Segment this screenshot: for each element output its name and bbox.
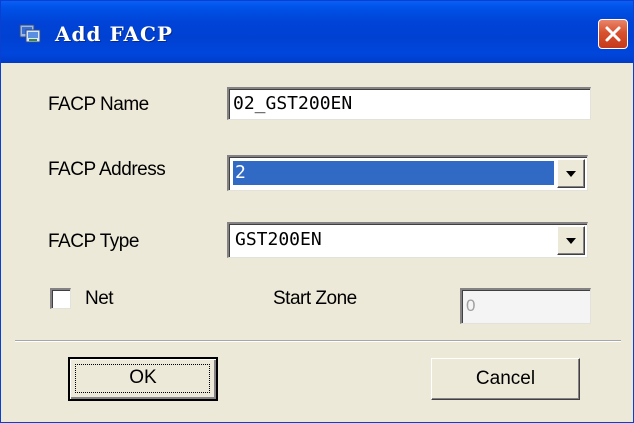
window-title: Add FACP [55, 22, 173, 46]
separator [15, 340, 621, 342]
facp-address-dropdown-button[interactable] [557, 159, 585, 188]
facp-address-select[interactable]: 2 [227, 155, 588, 191]
facp-address-label: FACP Address [48, 159, 166, 180]
close-button[interactable] [598, 19, 628, 49]
net-label: Net [85, 288, 114, 309]
facp-type-dropdown-button[interactable] [557, 226, 585, 255]
start-zone-input[interactable]: 0 [460, 288, 591, 324]
facp-type-label: FACP Type [48, 231, 139, 252]
cancel-button[interactable]: Cancel [431, 358, 580, 400]
chevron-down-icon [566, 171, 576, 177]
ok-button[interactable]: OK [68, 357, 218, 401]
add-facp-dialog: Add FACP FACP Name 02_GST200EN FACP Addr… [0, 0, 634, 423]
facp-type-select[interactable]: GST200EN [227, 222, 588, 258]
facp-name-label: FACP Name [48, 94, 149, 115]
close-icon [605, 26, 621, 42]
ok-button-label: OK [129, 367, 157, 388]
start-zone-label: Start Zone [273, 288, 357, 309]
net-checkbox[interactable] [50, 288, 71, 309]
facp-name-input[interactable]: 02_GST200EN [227, 87, 591, 120]
title-bar[interactable]: Add FACP [1, 1, 633, 63]
facp-address-value: 2 [232, 160, 555, 186]
facp-type-value: GST200EN [235, 229, 322, 250]
cancel-button-label: Cancel [475, 368, 536, 389]
app-icon [19, 22, 41, 44]
chevron-down-icon [566, 238, 576, 244]
